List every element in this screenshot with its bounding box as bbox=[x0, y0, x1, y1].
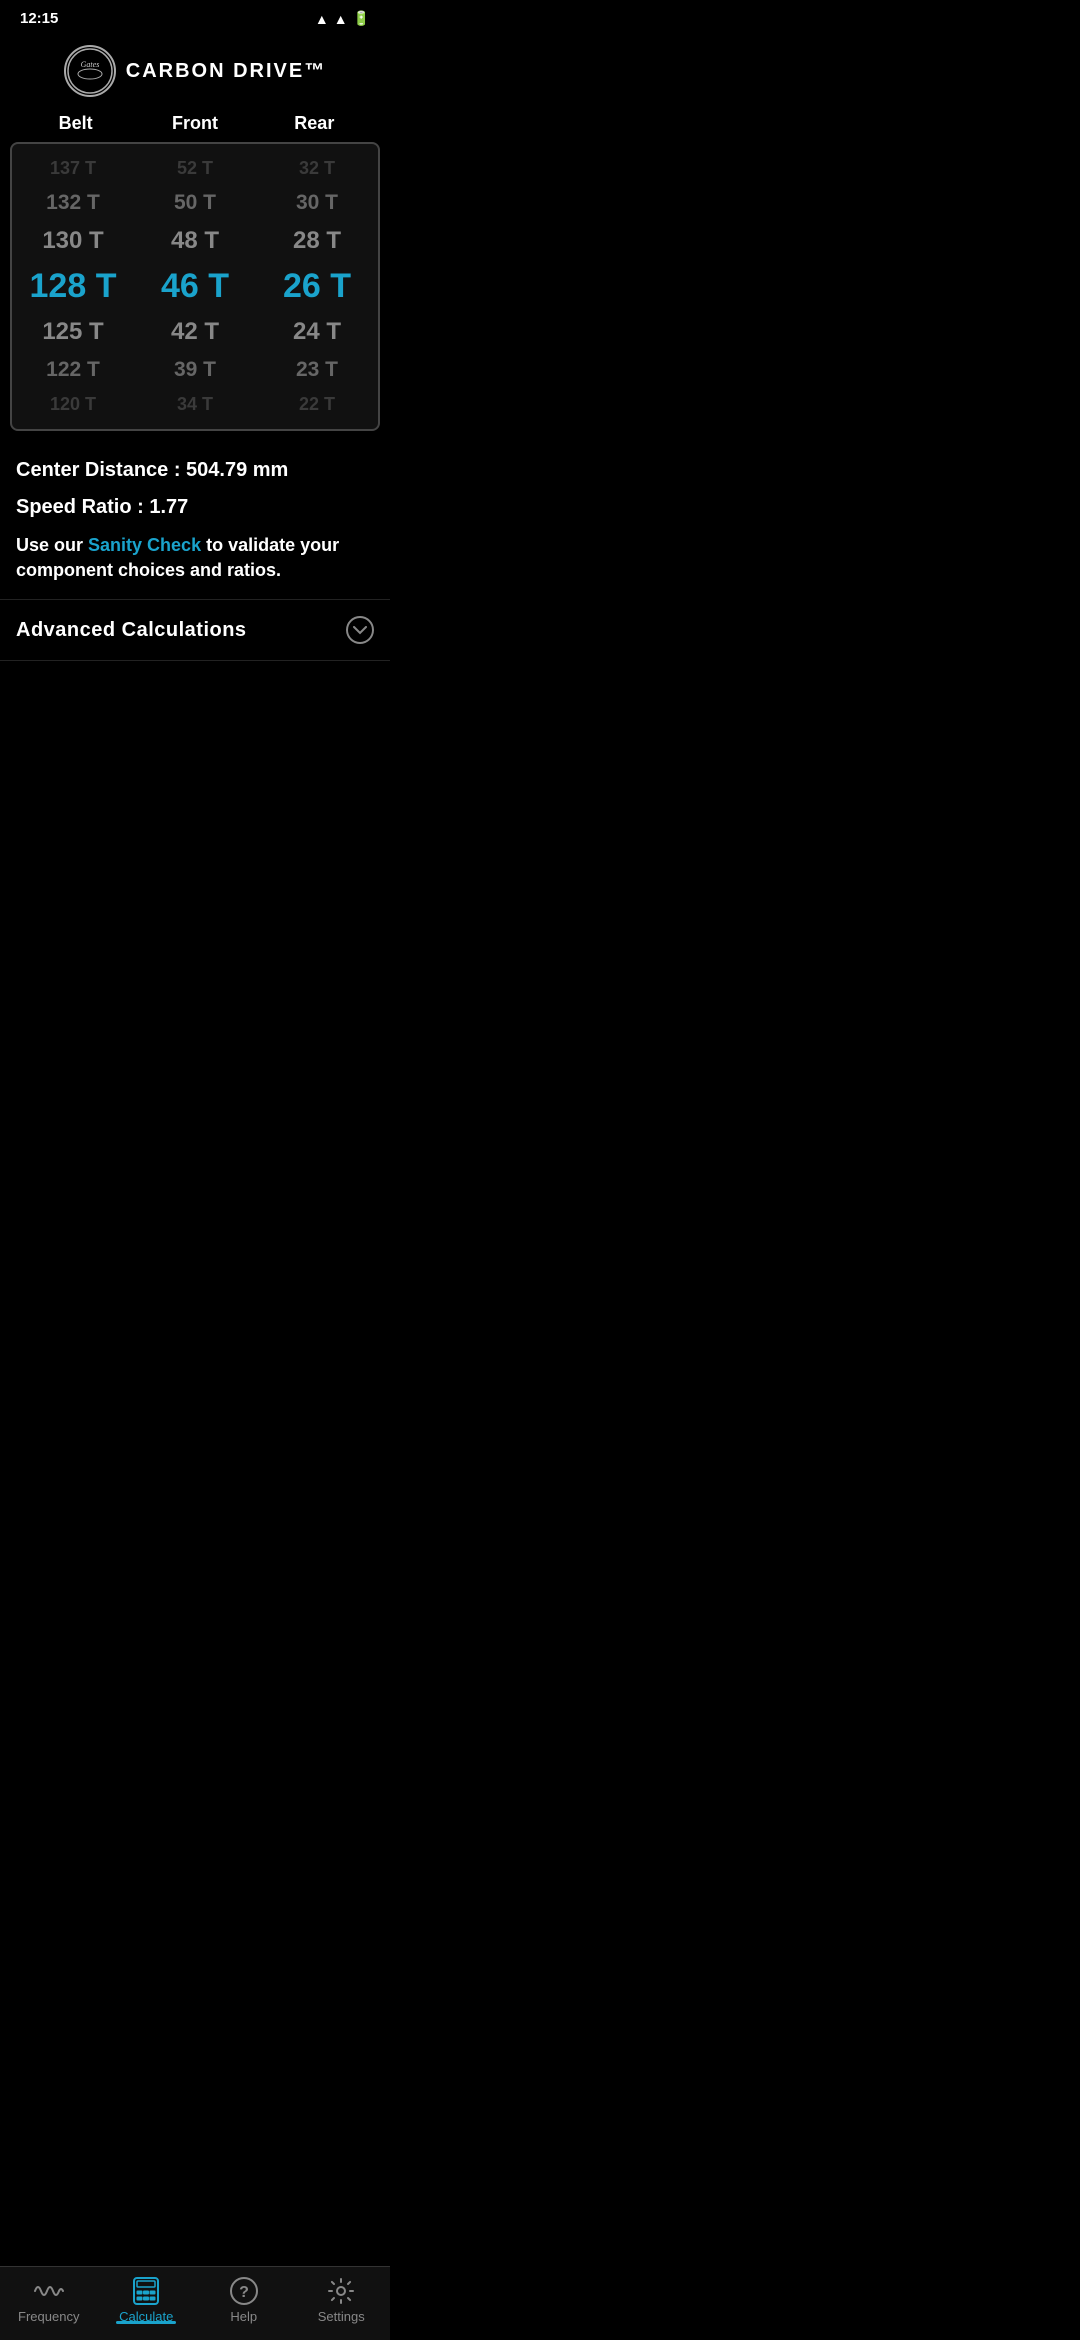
picker-cell-front[interactable]: 52 T bbox=[134, 154, 256, 183]
rear-header: Rear bbox=[255, 113, 374, 134]
belt-header: Belt bbox=[16, 113, 135, 134]
picker-cell-front[interactable]: 50 T bbox=[134, 187, 256, 219]
column-headers: Belt Front Rear bbox=[0, 113, 390, 142]
settings-icon bbox=[325, 2277, 357, 2305]
logo: Gates CARBON DRIVE™ bbox=[64, 45, 326, 97]
frequency-label: Frequency bbox=[18, 2309, 79, 2324]
picker-row[interactable]: 125 T42 T24 T bbox=[12, 312, 378, 352]
status-icons: ▲ ▲ 🔋 bbox=[315, 10, 370, 27]
picker-cell-rear[interactable]: 23 T bbox=[256, 354, 378, 386]
picker-row[interactable]: 122 T39 T23 T bbox=[12, 352, 378, 388]
picker-cell-belt[interactable]: 130 T bbox=[12, 223, 134, 259]
picker-cell-rear[interactable]: 26 T bbox=[256, 263, 378, 310]
picker-cell-belt[interactable]: 122 T bbox=[12, 354, 134, 386]
advanced-label: Advanced Calculations bbox=[16, 619, 247, 642]
sanity-text: Use our Sanity Check to validate your co… bbox=[16, 533, 374, 583]
picker-cell-front[interactable]: 46 T bbox=[134, 263, 256, 310]
status-bar: 12:15 ▲ ▲ 🔋 bbox=[0, 0, 390, 33]
picker-cell-rear[interactable]: 22 T bbox=[256, 390, 378, 419]
picker-cell-front[interactable]: 34 T bbox=[134, 390, 256, 419]
picker-cell-rear[interactable]: 28 T bbox=[256, 223, 378, 259]
nav-underline bbox=[116, 2321, 176, 2324]
logo-brand-text: CARBON DRIVE™ bbox=[126, 60, 326, 83]
settings-label: Settings bbox=[318, 2309, 365, 2324]
help-label: Help bbox=[230, 2309, 257, 2324]
logo-container: Gates CARBON DRIVE™ bbox=[0, 33, 390, 113]
picker-cell-front[interactable]: 42 T bbox=[134, 314, 256, 350]
main-content: 12:15 ▲ ▲ 🔋 Gates CARBON DRIVE™ Belt Fro… bbox=[0, 0, 390, 751]
picker-row[interactable]: 128 T46 T26 T bbox=[12, 261, 378, 312]
time-display: 12:15 bbox=[20, 10, 58, 27]
sanity-check-link[interactable]: Sanity Check bbox=[88, 535, 201, 555]
picker-box[interactable]: 137 T52 T32 T132 T50 T30 T130 T48 T28 T1… bbox=[10, 142, 380, 431]
picker-cell-front[interactable]: 48 T bbox=[134, 223, 256, 259]
picker-cell-belt[interactable]: 128 T bbox=[12, 263, 134, 310]
signal-icon: ▲ bbox=[334, 11, 348, 27]
nav-item-help[interactable]: ? Help bbox=[209, 2277, 279, 2324]
svg-text:?: ? bbox=[239, 2284, 249, 2301]
picker-cell-rear[interactable]: 30 T bbox=[256, 187, 378, 219]
picker-cell-belt[interactable]: 125 T bbox=[12, 314, 134, 350]
svg-text:Gates: Gates bbox=[80, 60, 99, 69]
picker-row[interactable]: 132 T50 T30 T bbox=[12, 185, 378, 221]
nav-item-frequency[interactable]: Frequency bbox=[14, 2277, 84, 2324]
frequency-icon bbox=[33, 2277, 65, 2305]
front-header: Front bbox=[135, 113, 254, 134]
wifi-icon: ▲ bbox=[315, 11, 329, 27]
picker-cell-rear[interactable]: 32 T bbox=[256, 154, 378, 183]
picker-cell-front[interactable]: 39 T bbox=[134, 354, 256, 386]
picker-cell-belt[interactable]: 132 T bbox=[12, 187, 134, 219]
picker-row[interactable]: 120 T34 T22 T bbox=[12, 388, 378, 421]
sanity-prefix: Use our bbox=[16, 535, 88, 555]
battery-icon: 🔋 bbox=[353, 10, 370, 27]
chevron-down-icon[interactable] bbox=[346, 616, 374, 644]
calculate-icon bbox=[130, 2277, 162, 2305]
center-distance: Center Distance : 504.79 mm bbox=[16, 459, 374, 482]
help-icon: ? bbox=[228, 2277, 260, 2305]
nav-item-calculate[interactable]: Calculate bbox=[111, 2277, 181, 2324]
speed-ratio: Speed Ratio : 1.77 bbox=[16, 496, 374, 519]
picker-row[interactable]: 130 T48 T28 T bbox=[12, 221, 378, 261]
picker-cell-belt[interactable]: 120 T bbox=[12, 390, 134, 419]
bottom-nav: Frequency Calculate ? Help bbox=[0, 2266, 390, 2340]
info-section: Center Distance : 504.79 mm Speed Ratio … bbox=[0, 447, 390, 583]
nav-item-settings[interactable]: Settings bbox=[306, 2277, 376, 2324]
advanced-calculations-row[interactable]: Advanced Calculations bbox=[0, 599, 390, 661]
picker-cell-belt[interactable]: 137 T bbox=[12, 154, 134, 183]
logo-circle: Gates bbox=[64, 45, 116, 97]
picker-row[interactable]: 137 T52 T32 T bbox=[12, 152, 378, 185]
picker-cell-rear[interactable]: 24 T bbox=[256, 314, 378, 350]
